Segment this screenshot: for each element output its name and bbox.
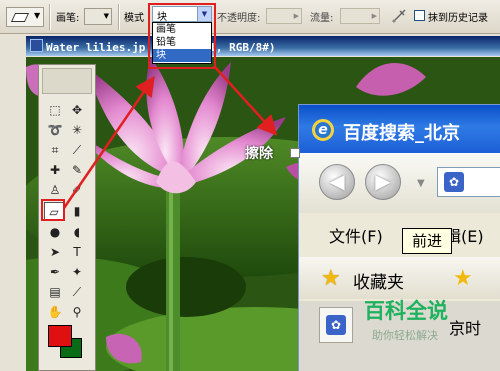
favorites-star-icon[interactable]: ★ bbox=[321, 266, 341, 291]
healing-brush-icon[interactable]: ✚ bbox=[45, 161, 65, 179]
erase-callout-label: 擦除 bbox=[245, 146, 273, 162]
baidu-tab-icon: ✿ bbox=[326, 315, 346, 335]
path-select-icon[interactable]: ➤ bbox=[45, 243, 65, 261]
forward-tooltip: 前进 bbox=[402, 228, 452, 254]
magic-wand-icon[interactable]: ✳ bbox=[67, 121, 87, 139]
chevron-right-icon: ▶ bbox=[293, 12, 299, 20]
document-title-bar[interactable]: Water lilies.jp 图层 1, RGB/8#) bbox=[26, 36, 500, 56]
watermark-title: 百科全说 bbox=[364, 299, 448, 323]
baidu-paw-icon: ✿ bbox=[444, 172, 464, 192]
opacity-field[interactable]: ▶ bbox=[266, 8, 302, 24]
menu-file[interactable]: 文件(F) bbox=[329, 223, 383, 247]
erase-history-checkbox[interactable] bbox=[414, 10, 425, 21]
address-bar[interactable]: ✿ bbox=[437, 167, 500, 197]
opacity-label: 不透明度: bbox=[217, 13, 261, 24]
callout-marker bbox=[290, 148, 300, 158]
ie-logo-icon: e bbox=[312, 119, 334, 141]
airbrush-icon[interactable] bbox=[390, 7, 408, 25]
tool-options-bar: ▼ 画笔: ▼ 模式 块 ▼ 不透明度: ▶ 流量: ▶ 抹到历史记录 bbox=[0, 0, 500, 34]
document-filename: Water lilies.jp bbox=[46, 41, 146, 54]
tool-preset-picker[interactable]: ▼ bbox=[6, 7, 44, 27]
ie-menu-bar: 文件(F) 编辑(E) bbox=[299, 215, 500, 251]
hand-tool-icon[interactable]: ✋ bbox=[45, 303, 65, 321]
zoom-tool-icon[interactable]: ⚲ bbox=[67, 303, 87, 321]
favorites-button[interactable]: 收藏夹 bbox=[353, 268, 404, 293]
eraser-highlight-box bbox=[41, 199, 65, 221]
foreground-color-swatch[interactable] bbox=[48, 325, 72, 347]
mode-label: 模式 bbox=[124, 13, 144, 24]
chevron-down-icon: ▼ bbox=[34, 11, 41, 20]
slice-tool-icon[interactable]: ⟋ bbox=[67, 141, 87, 159]
mode-highlight-box bbox=[148, 3, 216, 69]
flow-field[interactable]: ▶ bbox=[340, 8, 380, 24]
brush-label: 画笔: bbox=[56, 13, 80, 24]
screenshot: Water lilies.jp 图层 1, RGB/8#) ⬚ ✥ ➰ ✳ ⌗ … bbox=[0, 0, 500, 371]
shape-tool-icon[interactable]: ✦ bbox=[67, 263, 87, 281]
eyedropper-icon[interactable]: ⟋ bbox=[67, 283, 87, 301]
pen-tool-icon[interactable]: ✒ bbox=[45, 263, 65, 281]
crop-tool-icon[interactable]: ⌗ bbox=[45, 141, 65, 159]
notes-tool-icon[interactable]: ▤ bbox=[45, 283, 65, 301]
back-button[interactable]: ◀ bbox=[319, 164, 355, 200]
nav-history-dropdown-icon[interactable]: ▼ bbox=[417, 178, 425, 189]
divider bbox=[118, 4, 120, 30]
lasso-tool-icon[interactable]: ➰ bbox=[45, 121, 65, 139]
erase-history-label: 抹到历史记录 bbox=[428, 13, 488, 24]
ie-nav-bar: ◀ ▶ ▼ ✿ bbox=[299, 153, 500, 213]
chevron-right-icon: ▶ bbox=[371, 12, 377, 20]
stamp-tool-icon[interactable]: ♙ bbox=[45, 181, 65, 199]
forward-button[interactable]: ▶ bbox=[365, 164, 401, 200]
favorites-bar: ★ 收藏夹 ★ bbox=[299, 257, 500, 299]
dodge-tool-icon[interactable]: ◖ bbox=[67, 223, 87, 241]
move-tool-icon[interactable]: ✥ bbox=[67, 101, 87, 119]
photoshop-doc-icon bbox=[30, 39, 43, 52]
divider bbox=[49, 4, 51, 30]
ie-title-bar[interactable]: e 百度搜索_北京 bbox=[299, 105, 500, 153]
history-brush-icon[interactable]: ✐ bbox=[67, 181, 87, 199]
adobe-feather-icon[interactable] bbox=[42, 68, 92, 94]
eraser-preset-icon bbox=[10, 13, 30, 22]
baike-watermark: 百科全说 助你轻松解决 bbox=[348, 294, 464, 344]
marquee-tool-icon[interactable]: ⬚ bbox=[45, 101, 65, 119]
chevron-down-icon: ▼ bbox=[103, 12, 109, 20]
add-favorite-star-icon[interactable]: ★ bbox=[453, 266, 473, 291]
watermark-subtitle: 助你轻松解决 bbox=[372, 329, 438, 342]
ie-window-title: 百度搜索_北京 bbox=[343, 123, 460, 144]
blur-tool-icon[interactable]: ● bbox=[45, 223, 65, 241]
brush-tool-icon[interactable]: ✎ bbox=[67, 161, 87, 179]
gradient-tool-icon[interactable]: ▮ bbox=[67, 202, 87, 220]
brush-picker[interactable]: ▼ bbox=[84, 8, 112, 25]
flow-label: 流量: bbox=[310, 13, 334, 24]
type-tool-icon[interactable]: T bbox=[67, 243, 87, 261]
